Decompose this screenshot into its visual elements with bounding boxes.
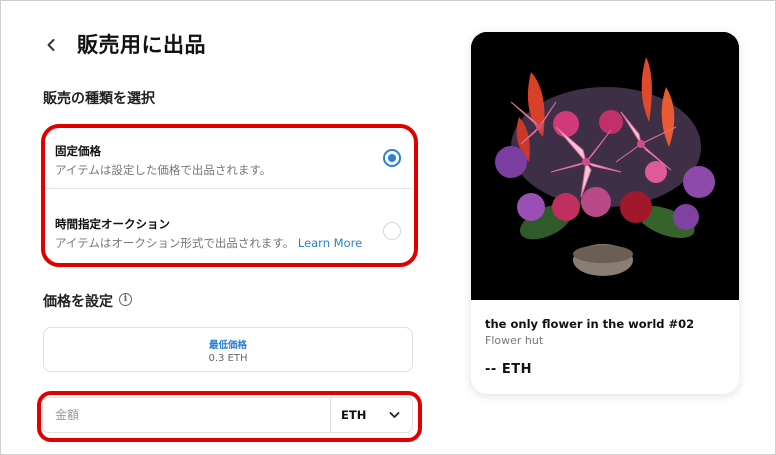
min-price-box: 最低価格 0.3 ETH — [43, 327, 413, 372]
option-fixed-price-description-text: アイテムは設定した価格で出品されます。 — [55, 163, 272, 177]
nft-collection: Flower hut — [485, 334, 544, 347]
nft-preview-card: the only flower in the world #02 Flower … — [471, 32, 739, 394]
nft-name: the only flower in the world #02 — [485, 317, 695, 331]
timed-auction-radio[interactable] — [383, 222, 401, 240]
option-timed-auction-description-text: アイテムはオークション形式で出品されます。 — [55, 236, 295, 250]
option-fixed-price-description: アイテムは設定した価格で出品されます。 — [55, 162, 271, 178]
sale-type-heading: 販売の種類を選択 — [43, 91, 155, 107]
currency-label: ETH — [341, 408, 367, 422]
currency-select[interactable]: ETH — [330, 398, 412, 432]
learn-more-link[interactable]: Learn More — [298, 236, 362, 250]
amount-row: ETH — [42, 397, 413, 433]
chevron-down-icon — [389, 412, 400, 418]
nft-price: -- ETH — [485, 362, 532, 377]
info-icon[interactable]: i — [119, 293, 132, 306]
amount-input[interactable] — [43, 398, 330, 432]
option-timed-auction[interactable]: 時間指定オークション アイテムはオークション形式で出品されます。 Learn M… — [43, 200, 413, 262]
back-button[interactable] — [39, 31, 63, 59]
price-heading: 価格を設定 — [43, 294, 113, 310]
page-frame: 販売用に出品 販売の種類を選択 固定価格 アイテムは設定した価格で出品されます。… — [0, 0, 776, 455]
chevron-left-icon — [47, 39, 55, 51]
min-price-value: 0.3 ETH — [208, 353, 248, 364]
option-timed-auction-description: アイテムはオークション形式で出品されます。 Learn More — [55, 235, 362, 251]
option-fixed-price-title: 固定価格 — [55, 144, 101, 158]
option-timed-auction-title: 時間指定オークション — [55, 217, 170, 231]
flower-bouquet-image — [471, 32, 739, 300]
min-price-label: 最低価格 — [208, 340, 247, 351]
page-title: 販売用に出品 — [77, 33, 206, 57]
fixed-price-radio[interactable] — [383, 149, 401, 167]
option-fixed-price[interactable]: 固定価格 アイテムは設定した価格で出品されます。 — [43, 127, 413, 189]
